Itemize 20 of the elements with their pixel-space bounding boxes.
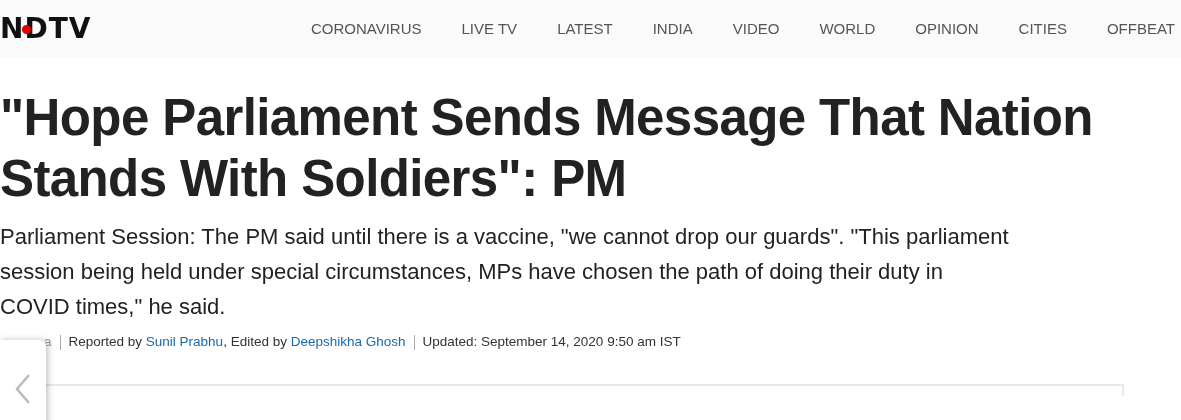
author-link[interactable]: Deepshikha Ghosh [290,334,406,349]
chevron-left-icon [15,374,31,404]
nav-link[interactable]: CITIES [998,17,1087,41]
nav-link[interactable]: LATEST [537,17,633,41]
byline-text: Reported by Sunil Prabhu, Edited by Deepshikha Ghosh [68,333,406,351]
updated-time: Updated: September 14, 2020 9:50 am IST [422,333,681,351]
nav-link[interactable]: WORLD [799,17,896,41]
nav-link[interactable]: OFFBEAT [1086,17,1181,41]
author-link[interactable]: Sunil Prabhu [145,334,224,349]
dot-icon [22,25,31,34]
byline-location: a [44,333,52,351]
nav-link[interactable]: CORONAVIRUS [290,17,442,41]
nav-link[interactable]: VIDEO [712,17,800,41]
nav-link[interactable]: OPINION [895,17,999,41]
nav-link[interactable]: INDIA [632,17,713,41]
headline: "Hope Parliament Sends Message That Nation Stands With Soldiers": PM [0,88,1094,209]
previous-button[interactable] [0,340,46,420]
logo[interactable]: NDTV [0,15,92,43]
nav-link[interactable]: LIVE TV [441,17,538,41]
article-summary: Parliament Session: The PM said until there is a vaccine, "we cannot drop our guards". "This parliament session being held under special circumstances, MPs have chosen the path of doing their duty in COVID times," he said. [0,223,1010,321]
